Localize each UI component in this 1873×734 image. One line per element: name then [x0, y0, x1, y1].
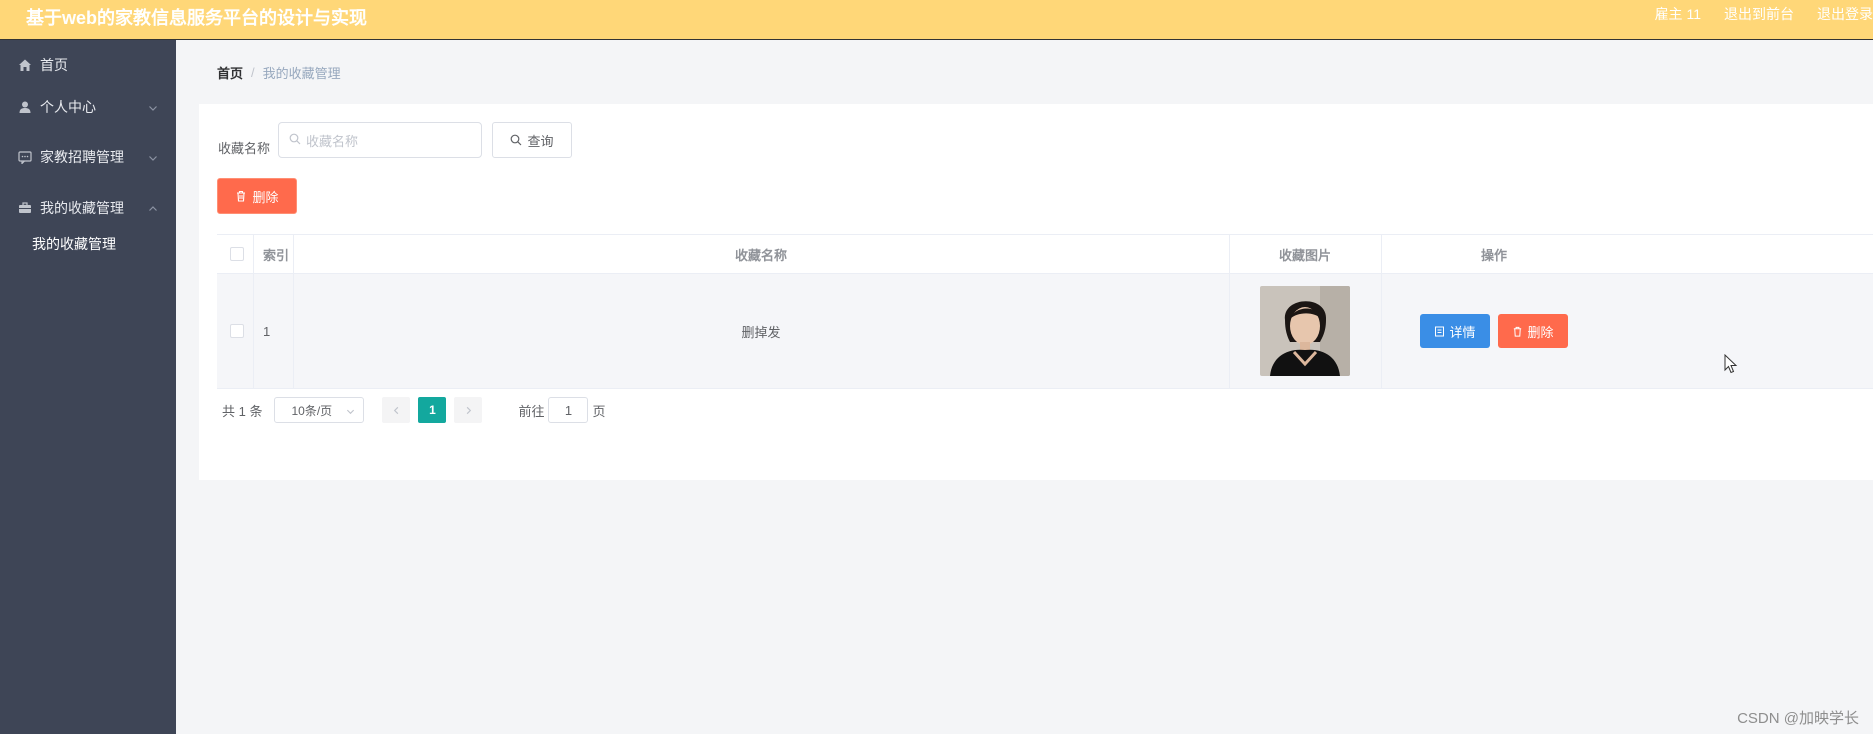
goto-suffix: 页 — [592, 403, 606, 419]
sidebar-item-profile[interactable]: 个人中心 — [0, 82, 176, 132]
breadcrumb-home[interactable]: 首页 — [217, 63, 243, 82]
to-front-link[interactable]: 退出到前台 — [1724, 5, 1794, 23]
logout-link[interactable]: 退出登录 — [1817, 5, 1873, 23]
next-page-button[interactable] — [454, 397, 483, 423]
favorite-thumbnail — [1260, 286, 1350, 376]
main-content: 首页 / 我的收藏管理 收藏名称 收藏名称 查询 删除 索引 收藏名称 收藏图片… — [176, 40, 1873, 734]
prev-page-button[interactable] — [382, 397, 411, 423]
chevron-up-icon — [148, 201, 158, 217]
breadcrumb: 首页 / 我的收藏管理 — [217, 63, 341, 82]
row-checkbox[interactable] — [230, 324, 244, 338]
goto-label: 前往 — [518, 403, 545, 419]
goto-page-input[interactable]: 1 — [548, 397, 589, 423]
search-icon — [289, 133, 301, 148]
table-row: 1 删掉发 详情 删除 — [217, 274, 1873, 389]
row-delete-label: 删除 — [1527, 324, 1554, 340]
pagination-total: 共 1 条 — [222, 403, 263, 419]
chevron-left-icon — [392, 403, 401, 418]
batch-delete-label: 删除 — [252, 189, 279, 205]
col-image: 收藏图片 — [1278, 247, 1331, 263]
detail-button[interactable]: 详情 — [1420, 314, 1490, 348]
row-actions-cell: 详情 删除 — [1381, 274, 1607, 388]
document-icon — [1434, 326, 1445, 337]
col-name: 收藏名称 — [734, 247, 787, 263]
home-icon — [18, 58, 32, 72]
sidebar-item-label: 个人中心 — [40, 99, 96, 115]
pagination: 共 1 条 10条/页 1 前往 1 页 — [222, 396, 606, 424]
col-index: 索引 — [263, 247, 290, 263]
sidebar-item-label: 家教招聘管理 — [40, 149, 124, 165]
briefcase-icon — [18, 201, 32, 215]
sidebar-item-label: 首页 — [40, 57, 68, 73]
row-select-cell — [230, 274, 244, 388]
current-user: 雇主 11 — [1654, 6, 1701, 22]
select-all-cell — [230, 235, 244, 273]
chat-icon — [18, 150, 32, 164]
sidebar: 首页 个人中心 家教招聘管理 我的收藏管理 我的收藏管理 — [0, 40, 176, 734]
sidebar-item-label: 我的收藏管理 — [40, 200, 124, 216]
search-icon — [510, 134, 522, 146]
app-title: 基于web的家教信息服务平台的设计与实现 — [26, 8, 368, 28]
select-all-checkbox[interactable] — [230, 247, 244, 261]
sidebar-subitem-label: 我的收藏管理 — [32, 236, 116, 252]
query-button-label: 查询 — [527, 133, 554, 149]
page-size-select[interactable]: 10条/页 — [274, 397, 365, 423]
breadcrumb-separator: / — [251, 65, 255, 80]
query-button[interactable]: 查询 — [492, 122, 572, 158]
detail-button-label: 详情 — [1449, 324, 1476, 340]
watermark: CSDN @加映学长 — [1737, 710, 1859, 727]
top-header: 基于web的家教信息服务平台的设计与实现 雇主 11 退出到前台 退出登录 — [0, 0, 1873, 40]
user-icon — [18, 100, 32, 114]
sidebar-item-tutor-recruit[interactable]: 家教招聘管理 — [0, 132, 176, 182]
row-delete-button[interactable]: 删除 — [1498, 314, 1568, 348]
search-label: 收藏名称 — [218, 141, 271, 156]
chevron-right-icon — [464, 403, 473, 418]
content-card: 收藏名称 收藏名称 查询 删除 索引 收藏名称 收藏图片 操作 1 删掉发 详情… — [199, 104, 1873, 480]
search-input[interactable]: 收藏名称 — [278, 122, 482, 158]
row-image-cell — [1229, 274, 1381, 388]
col-actions: 操作 — [1480, 247, 1507, 263]
search-placeholder: 收藏名称 — [306, 133, 359, 149]
breadcrumb-current: 我的收藏管理 — [262, 66, 341, 81]
sidebar-subitem-favorites[interactable]: 我的收藏管理 — [0, 222, 176, 266]
chevron-down-icon — [148, 100, 158, 116]
chevron-down-icon — [148, 150, 158, 166]
page-size-value: 10条/页 — [291, 403, 333, 418]
chevron-down-icon — [346, 405, 355, 419]
row-name: 删掉发 — [741, 324, 781, 340]
trash-icon — [235, 190, 247, 202]
batch-delete-button[interactable]: 删除 — [217, 178, 297, 214]
trash-icon — [1512, 326, 1523, 337]
mouse-cursor-icon — [1724, 353, 1738, 377]
row-index: 1 — [263, 323, 271, 339]
page-number-current[interactable]: 1 — [418, 397, 447, 423]
header-right: 雇主 11 退出到前台 退出登录 — [1655, 5, 1873, 23]
table-header: 索引 收藏名称 收藏图片 操作 — [217, 234, 1873, 274]
